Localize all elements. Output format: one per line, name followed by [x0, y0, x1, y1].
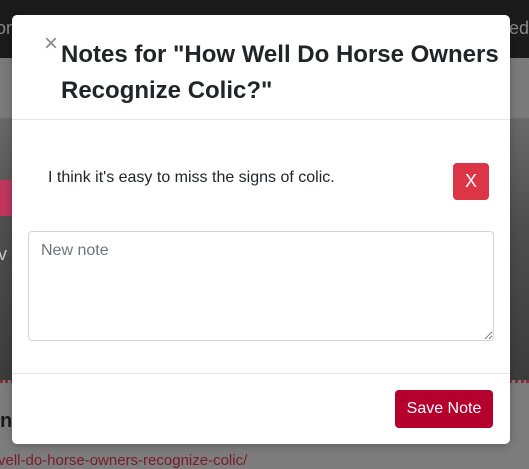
- delete-note-button[interactable]: X: [453, 163, 489, 200]
- modal-title: Notes for "How Well Do Horse Owners Reco…: [61, 41, 499, 104]
- new-note-input[interactable]: [28, 231, 494, 341]
- background-nav-right-text: ed: [508, 18, 529, 38]
- modal-header: × Notes for "How Well Do Horse Owners Re…: [12, 15, 510, 120]
- modal-footer: Save Note: [12, 373, 510, 444]
- modal-body: I think it's easy to miss the signs of c…: [12, 121, 510, 373]
- note-text: I think it's easy to miss the signs of c…: [48, 169, 335, 186]
- close-icon[interactable]: ×: [44, 32, 60, 56]
- background-hero-text: v: [0, 244, 7, 264]
- background-hero-accent: [0, 180, 12, 216]
- background-heading-fragment: n: [0, 410, 13, 432]
- notes-modal: × Notes for "How Well Do Horse Owners Re…: [12, 15, 510, 444]
- background-link: vell-do-horse-owners-recognize-colic/: [0, 452, 248, 469]
- save-note-button[interactable]: Save Note: [395, 390, 493, 428]
